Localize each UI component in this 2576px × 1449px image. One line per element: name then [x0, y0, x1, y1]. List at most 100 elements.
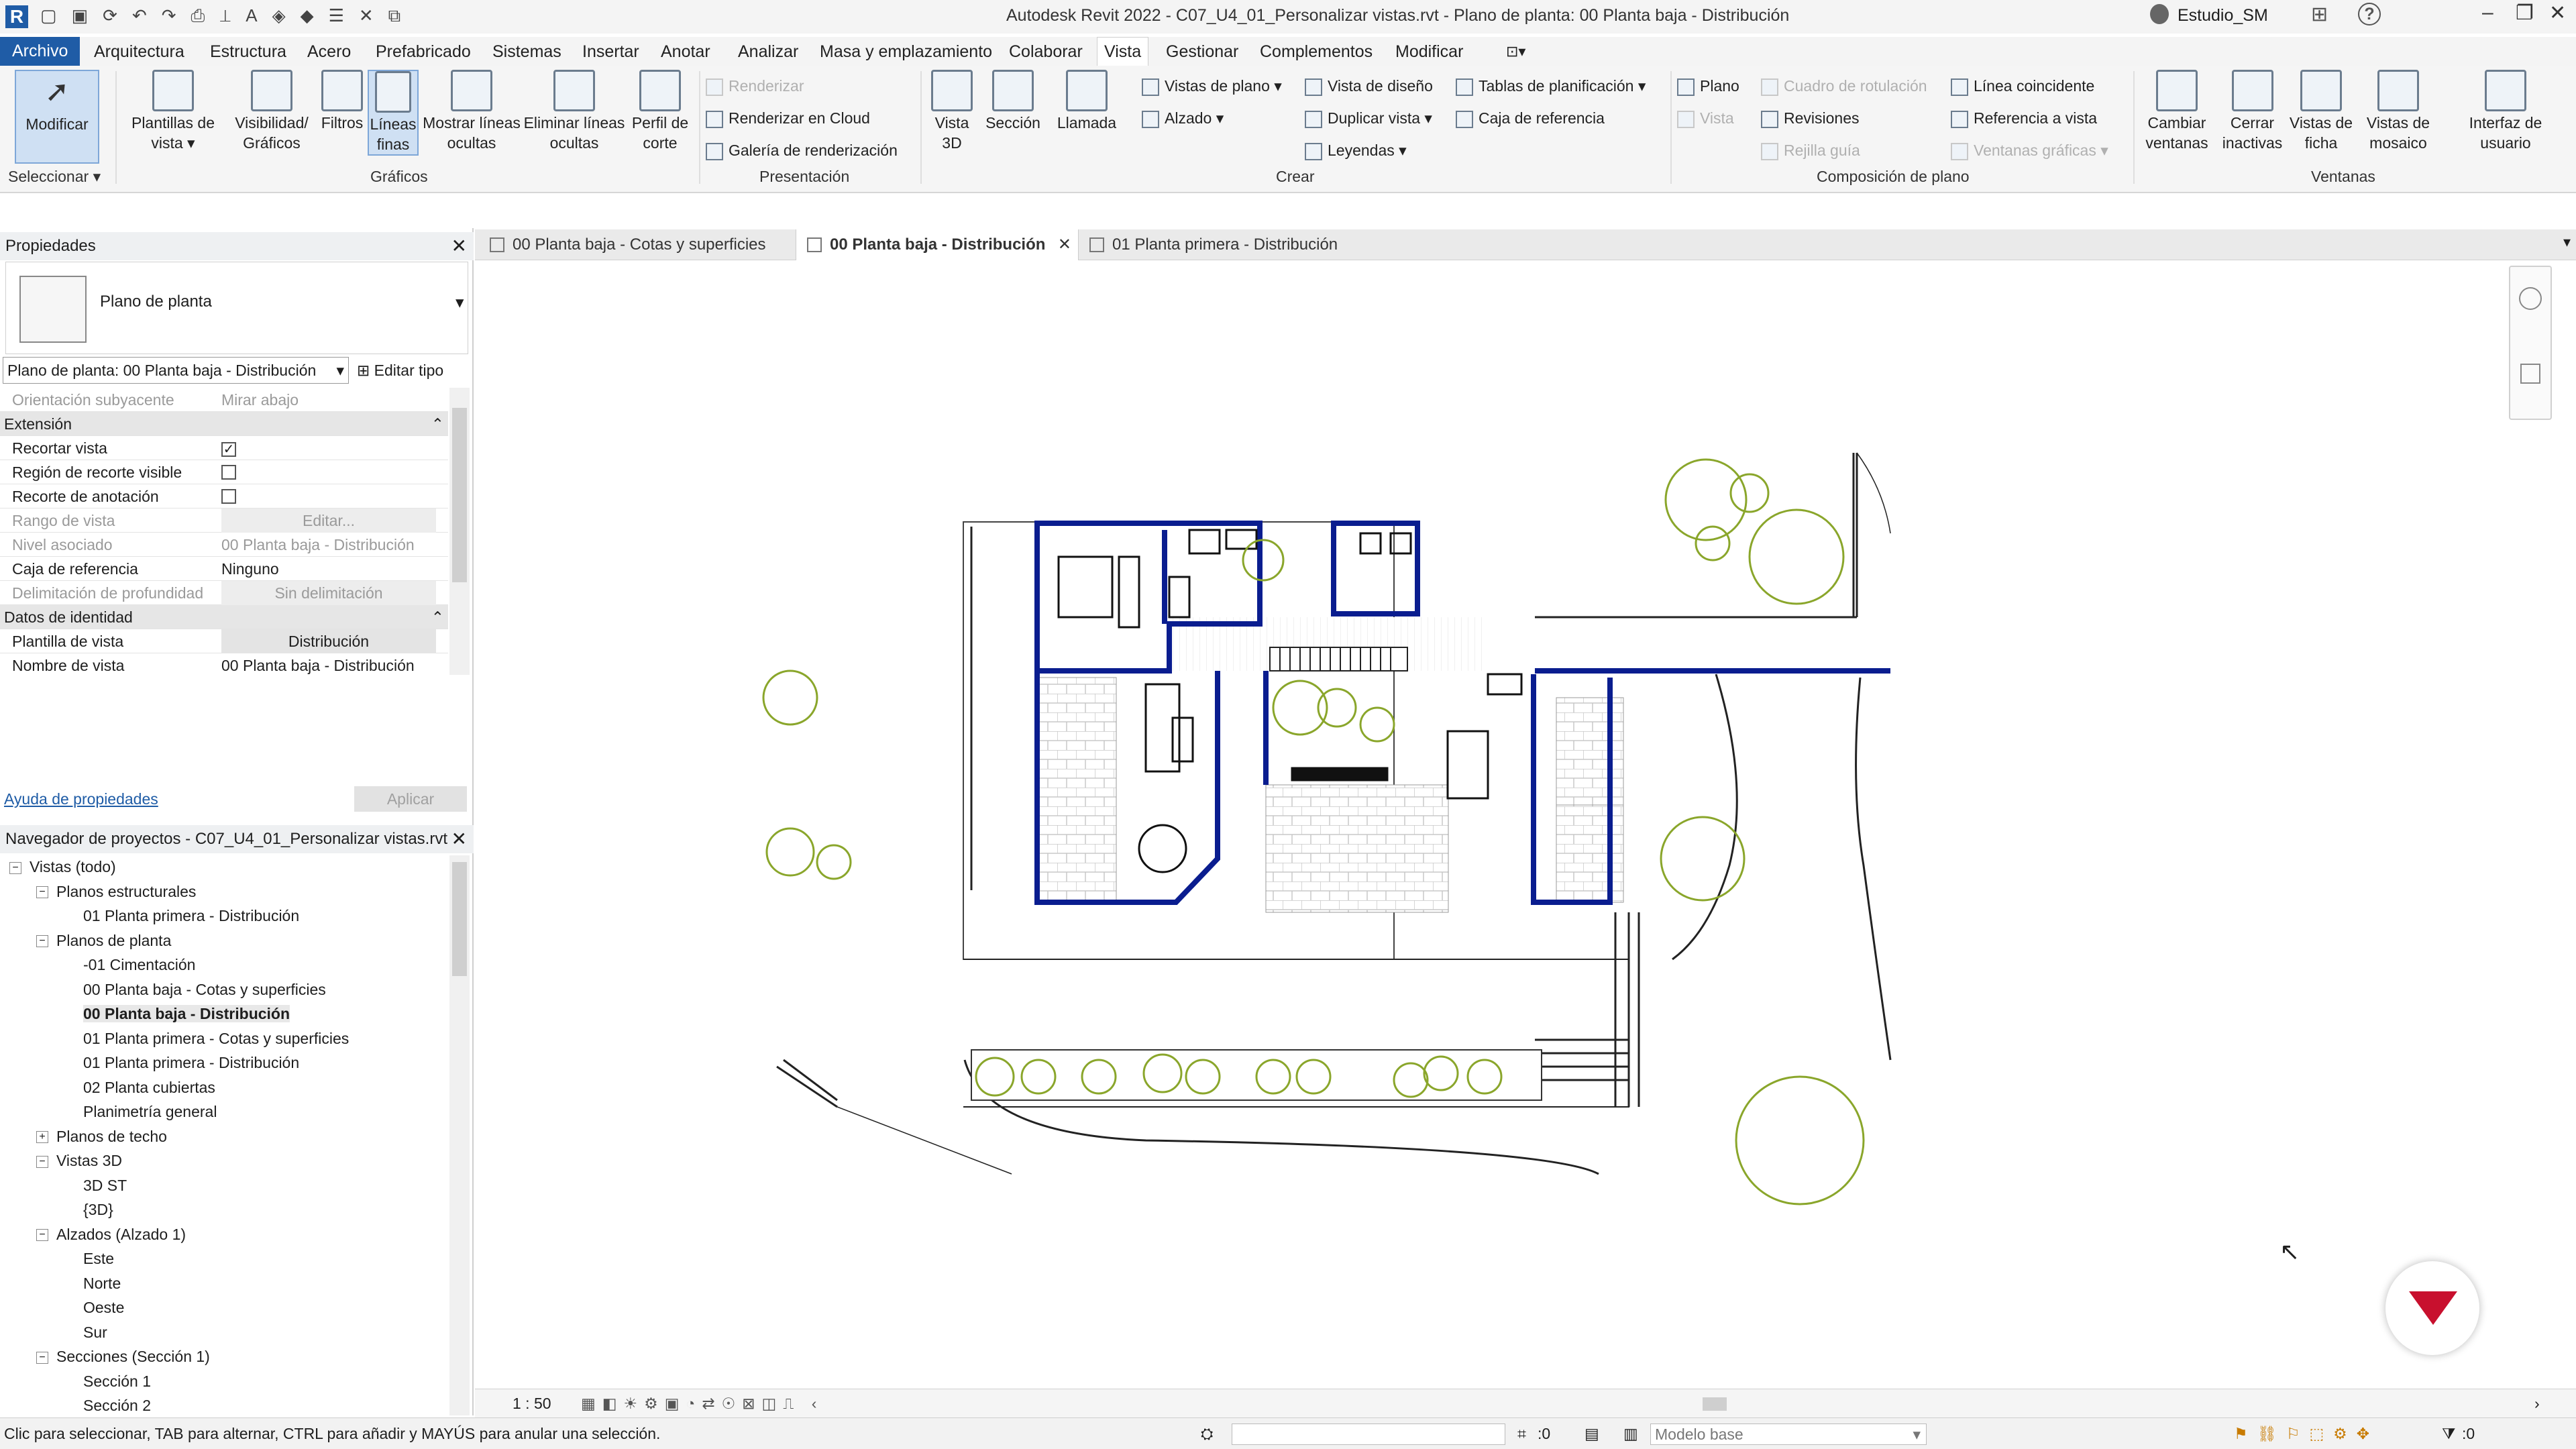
panel-label-composicion[interactable]: Composición de plano [1817, 168, 1970, 186]
collapse-icon[interactable]: − [36, 1155, 48, 1168]
browser-group-item[interactable]: − Alzados (Alzado 1) [36, 1223, 186, 1246]
instance-selector[interactable]: Plano de planta: 00 Planta baja - Distri… [3, 357, 349, 384]
tab-sistemas[interactable]: Sistemas [486, 39, 568, 64]
panel-label-presentacion[interactable]: Presentación [759, 168, 849, 186]
measure-icon[interactable]: ⟂ [219, 5, 246, 25]
close-browser-icon[interactable]: ✕ [451, 825, 467, 853]
print-icon[interactable]: ⎙ [191, 5, 220, 25]
tab-modificar[interactable]: Modificar [1389, 39, 1470, 64]
property-value[interactable]: Sin delimitación [221, 581, 436, 605]
scale-label[interactable]: 1 : 50 [513, 1389, 551, 1417]
property-row[interactable]: Región de recorte visible [0, 460, 448, 484]
scroll-thumb[interactable] [452, 408, 467, 582]
workset-dropdown[interactable] [1232, 1424, 1505, 1445]
switch-windows-icon[interactable]: ⧉ [388, 5, 416, 25]
tab-gestionar[interactable]: Gestionar [1159, 39, 1245, 64]
switch-windows-button[interactable]: Cambiar ventanas [2140, 70, 2214, 153]
visibility-graphics-button[interactable]: Visibilidad/ Gráficos [228, 70, 315, 153]
browser-group-item[interactable]: + Planos de techo [36, 1125, 167, 1148]
close-tab-icon[interactable]: ✕ [1058, 229, 1071, 260]
minimize-icon[interactable]: – [2482, 1, 2493, 24]
view-templates-button[interactable]: Plantillas de vista ▾ [126, 70, 220, 153]
checkbox[interactable] [221, 465, 236, 480]
cut-profile-button[interactable]: Perfil de corte [627, 70, 694, 153]
apply-button[interactable]: Aplicar [354, 786, 467, 812]
browser-group-item[interactable]: − Planos de planta [36, 929, 171, 952]
property-row[interactable]: Rango de vista Editar... [0, 508, 448, 533]
plan-views-button[interactable]: Vistas de plano ▾ [1142, 72, 1282, 99]
section-icon[interactable]: ◆ [301, 5, 329, 25]
tab-complementos[interactable]: Complementos [1253, 39, 1379, 64]
collapse-icon[interactable]: − [9, 861, 21, 874]
browser-view-item[interactable]: 01 Planta primera - Distribución [83, 1051, 299, 1074]
panel-label-ventanas[interactable]: Ventanas [2311, 168, 2375, 186]
drawing-canvas[interactable]: ↖ [475, 262, 2556, 1389]
tab-insertar[interactable]: Insertar [576, 39, 646, 64]
expand-icon[interactable]: + [36, 1131, 48, 1144]
browser-view-item[interactable]: -01 Cimentación [83, 953, 195, 976]
user-name[interactable]: Estudio_SM [2178, 0, 2268, 31]
property-value[interactable]: Editar... [221, 508, 436, 533]
property-value[interactable]: Mirar abajo [221, 388, 443, 412]
tab-archivo[interactable]: Archivo [0, 37, 80, 66]
checkbox-checked[interactable]: ✓ [221, 442, 236, 457]
browser-view-item[interactable]: 3D ST [83, 1174, 127, 1197]
property-value[interactable]: Distribución [221, 629, 436, 653]
schedules-button[interactable]: Tablas de planificación ▾ [1456, 72, 1646, 99]
filters-button[interactable]: Filtros [315, 70, 369, 133]
scope-box-button[interactable]: Caja de referencia [1456, 105, 1605, 131]
tab-vista[interactable]: Vista [1097, 37, 1149, 66]
tab-views-button[interactable]: Vistas de ficha [2288, 70, 2355, 153]
legends-button[interactable]: Leyendas ▾ [1305, 137, 1407, 164]
help-icon[interactable]: ? [2358, 3, 2381, 25]
property-row[interactable]: Nivel asociado 00 Planta baja - Distribuc… [0, 533, 448, 557]
model-icon[interactable]: ▥ [1623, 1418, 1638, 1449]
properties-scrollbar[interactable] [449, 388, 470, 675]
browser-view-item[interactable]: 00 Planta baja - Distribución [83, 1002, 290, 1025]
close-hidden-icon[interactable]: ✕ [359, 5, 388, 25]
property-value[interactable]: 00 Planta baja - Distribución [221, 533, 443, 557]
panel-label-graficos[interactable]: Gráficos [370, 168, 428, 186]
duplicate-view-button[interactable]: Duplicar vista ▾ [1305, 105, 1432, 131]
browser-view-item[interactable]: Este [83, 1247, 114, 1270]
edit-type-button[interactable]: ⊞ Editar tipo [357, 357, 443, 384]
view-control-icons[interactable]: ▦◧☀⚙▣◔⇄☉⊠◫⎍ ‹ [581, 1389, 823, 1417]
render-button[interactable]: Renderizar [706, 72, 804, 99]
view-tab-distribucion[interactable]: 00 Planta baja - Distribución ✕ [796, 229, 1079, 260]
property-row[interactable]: Caja de referencia Ninguno [0, 557, 448, 581]
browser-view-item[interactable]: {3D} [83, 1198, 113, 1221]
property-value[interactable]: ✓ [221, 436, 443, 460]
property-row[interactable]: Orientación subyacente Mirar abajo [0, 388, 448, 412]
browser-view-item[interactable]: 02 Planta cubiertas [83, 1076, 215, 1099]
browser-view-item[interactable]: 00 Planta baja - Cotas y superficies [83, 978, 326, 1001]
panel-label-crear[interactable]: Crear [1276, 168, 1315, 186]
view-reference-button[interactable]: Referencia a vista [1951, 105, 2097, 131]
tab-estructura[interactable]: Estructura [203, 39, 293, 64]
show-hidden-lines-button[interactable]: Mostrar líneas ocultas [421, 70, 522, 153]
chevron-down-icon[interactable]: ▾ [455, 292, 464, 313]
property-group[interactable]: Datos de identidad ⌃ [0, 605, 448, 629]
render-gallery-button[interactable]: Galería de renderización [706, 137, 898, 164]
user-interface-button[interactable]: Interfaz de usuario [2462, 70, 2549, 153]
browser-view-item[interactable]: 01 Planta primera - Distribución [83, 904, 299, 927]
tile-views-button[interactable]: Vistas de mosaico [2361, 70, 2435, 153]
selection-filter-icons[interactable]: ⚑⛓⚐⬚⚙✥ [2234, 1418, 2379, 1449]
save-icon[interactable]: ▣ [72, 5, 103, 25]
navigation-bar[interactable] [2509, 266, 2552, 420]
tab-masa[interactable]: Masa y emplazamiento [813, 39, 999, 64]
elevation-button[interactable]: Alzado ▾ [1142, 105, 1224, 131]
property-row[interactable]: Recorte de anotación [0, 484, 448, 508]
editable-only-icon[interactable]: ⌗ [1517, 1418, 1526, 1449]
property-row[interactable]: Plantilla de vista Distribución [0, 629, 448, 653]
collapse-group-icon[interactable]: ⌃ [431, 605, 444, 629]
browser-group-item[interactable]: − Vistas (todo) [9, 855, 116, 878]
steering-wheel-icon[interactable] [2519, 287, 2542, 310]
browser-group-item[interactable]: − Secciones (Sección 1) [36, 1345, 210, 1368]
browser-group-item[interactable]: − Vistas 3D [36, 1149, 122, 1172]
browser-view-item[interactable]: Oeste [83, 1296, 124, 1319]
property-value[interactable] [221, 484, 443, 511]
properties-help-link[interactable]: Ayuda de propiedades [4, 790, 158, 808]
redo-icon[interactable]: ↷ [162, 5, 191, 25]
property-value[interactable] [221, 460, 443, 486]
render-cloud-button[interactable]: Renderizar en Cloud [706, 105, 870, 131]
